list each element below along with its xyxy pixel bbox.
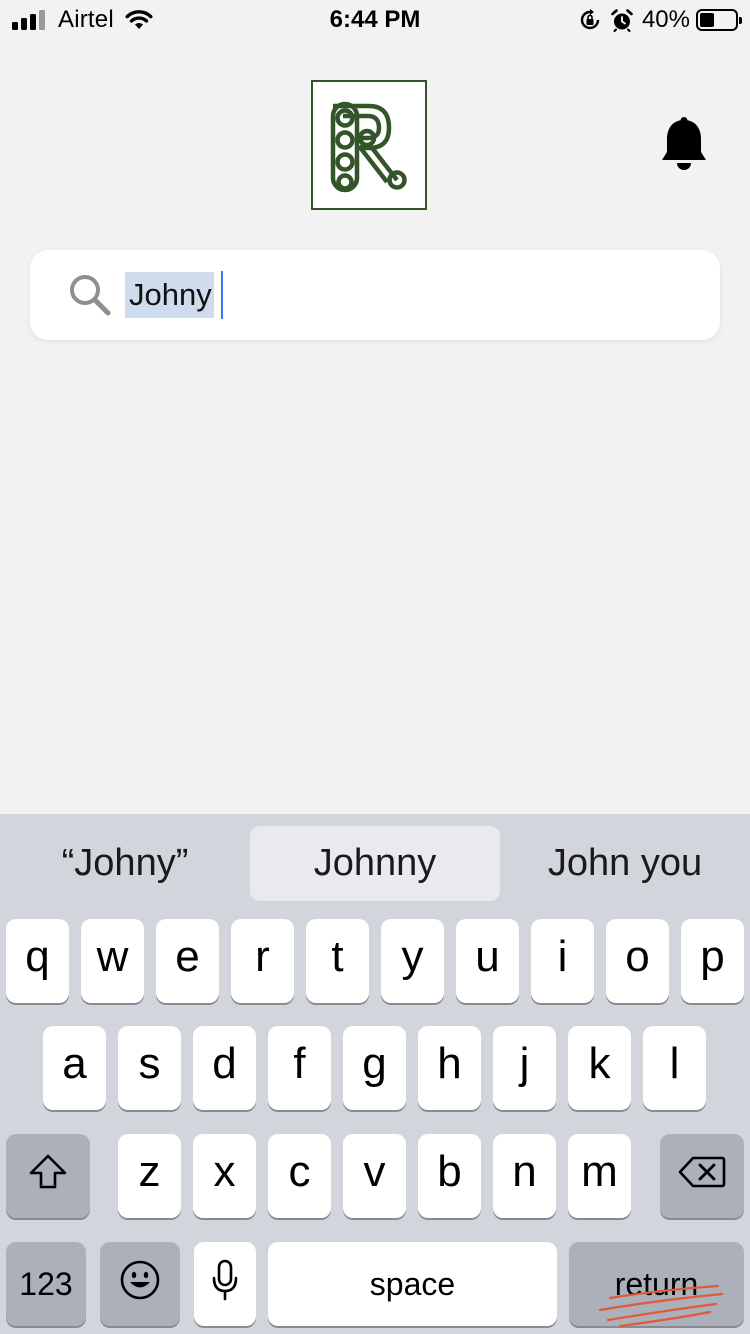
battery-icon: [696, 9, 742, 31]
space-key[interactable]: space: [268, 1242, 557, 1326]
return-key[interactable]: return: [569, 1242, 744, 1326]
key-i[interactable]: i: [531, 919, 594, 1003]
suggestion-johnny[interactable]: Johnny: [250, 826, 500, 901]
battery-percent: 40%: [641, 6, 690, 33]
key-a[interactable]: a: [43, 1026, 106, 1110]
key-t[interactable]: t: [306, 919, 369, 1003]
dictation-key[interactable]: [194, 1242, 256, 1326]
key-k[interactable]: k: [568, 1026, 631, 1110]
key-u[interactable]: u: [456, 919, 519, 1003]
microphone-icon: [212, 1259, 238, 1301]
orientation-lock-icon: [580, 9, 600, 30]
emoji-icon: [120, 1260, 160, 1300]
status-bar: Airtel 6:44 PM 40%: [0, 0, 750, 40]
search-icon: [70, 275, 111, 316]
key-l[interactable]: l: [643, 1026, 706, 1110]
key-b[interactable]: b: [418, 1134, 481, 1218]
bell-icon[interactable]: [660, 116, 708, 174]
key-p[interactable]: p: [681, 919, 744, 1003]
key-h[interactable]: h: [418, 1026, 481, 1110]
key-w[interactable]: w: [81, 919, 144, 1003]
key-c[interactable]: c: [268, 1134, 331, 1218]
keyboard: “Johny” Johnny John you q w e r t y u i …: [0, 814, 750, 1334]
key-y[interactable]: y: [381, 919, 444, 1003]
key-n[interactable]: n: [493, 1134, 556, 1218]
key-j[interactable]: j: [493, 1026, 556, 1110]
text-cursor: [221, 271, 223, 319]
search-input[interactable]: Johny: [125, 272, 214, 318]
key-e[interactable]: e: [156, 919, 219, 1003]
key-g[interactable]: g: [343, 1026, 406, 1110]
key-x[interactable]: x: [193, 1134, 256, 1218]
key-o[interactable]: o: [606, 919, 669, 1003]
key-s[interactable]: s: [118, 1026, 181, 1110]
logo-mark: [330, 101, 407, 193]
key-v[interactable]: v: [343, 1134, 406, 1218]
backspace-icon: [678, 1156, 726, 1188]
shift-key[interactable]: [6, 1134, 90, 1218]
suggestion-john-you[interactable]: John you: [500, 826, 750, 901]
shift-icon: [29, 1154, 67, 1189]
alarm-icon: [611, 9, 633, 32]
key-r[interactable]: r: [231, 919, 294, 1003]
suggestion-quoted[interactable]: “Johny”: [0, 826, 250, 901]
numbers-key[interactable]: 123: [6, 1242, 86, 1326]
key-m[interactable]: m: [568, 1134, 631, 1218]
key-f[interactable]: f: [268, 1026, 331, 1110]
key-d[interactable]: d: [193, 1026, 256, 1110]
key-z[interactable]: z: [118, 1134, 181, 1218]
emoji-key[interactable]: [100, 1242, 180, 1326]
app-logo[interactable]: [311, 80, 427, 210]
backspace-key[interactable]: [660, 1134, 744, 1218]
key-q[interactable]: q: [6, 919, 69, 1003]
